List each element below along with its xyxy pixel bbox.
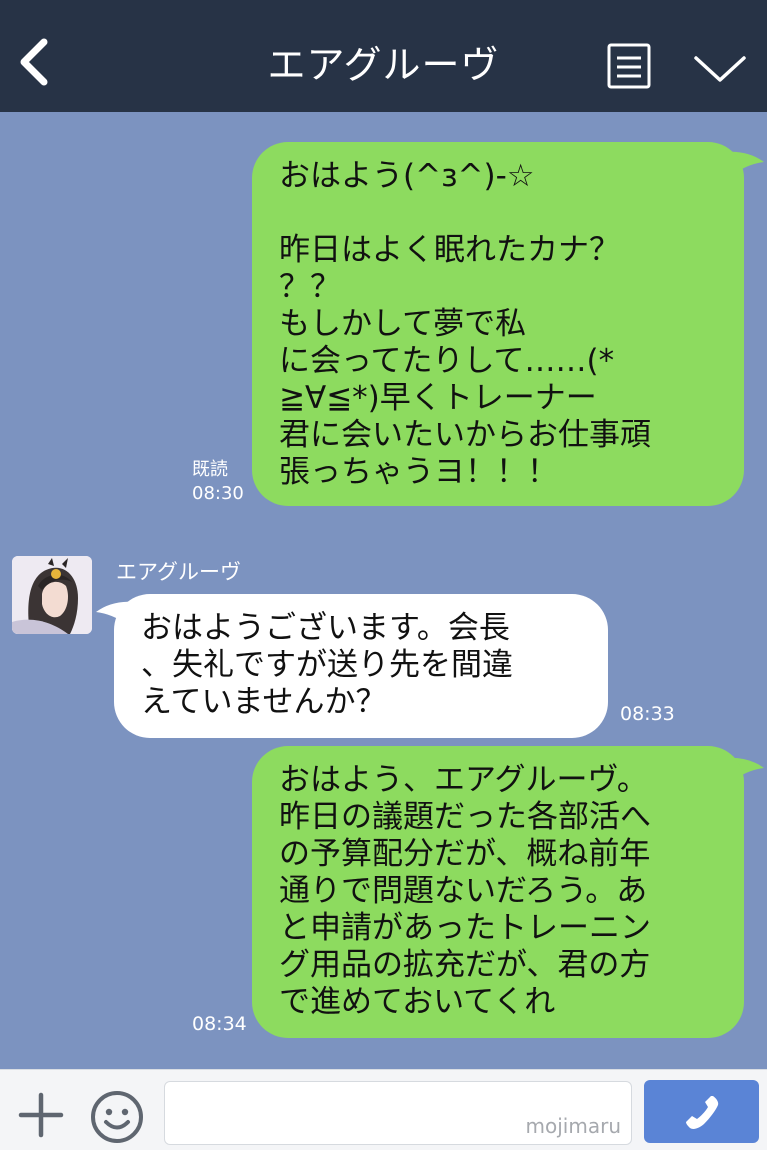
smiley-icon[interactable] (89, 1089, 145, 1145)
message-text: おはよう(^з^)-☆ 昨日はよく眠れたカナ？ ？？ もしかして夢で私 に会って… (279, 158, 651, 490)
call-button[interactable] (644, 1080, 759, 1143)
message-bubble-sent[interactable]: おはよう、エアグルーヴ。 昨日の議題だった各部活へ の予算配分だが、概ね前年 通… (252, 746, 744, 1038)
read-receipt: 既読 (192, 459, 228, 480)
message-input-bar: mojimaru (0, 1069, 767, 1150)
message-input[interactable]: mojimaru (164, 1081, 632, 1145)
message-bubble-received[interactable]: おはようございます。会長 、失礼ですが送り先を間違 えていませんか？ (114, 594, 608, 738)
message-bubble-sent[interactable]: おはよう(^з^)-☆ 昨日はよく眠れたカナ？ ？？ もしかして夢で私 に会って… (252, 142, 744, 506)
plus-icon[interactable] (18, 1092, 64, 1138)
message-text: おはよう、エアグルーヴ。 昨日の議題だった各部活へ の予算配分だが、概ね前年 通… (279, 762, 651, 1020)
chat-header: エアグルーヴ (0, 0, 767, 112)
notes-icon[interactable] (606, 42, 652, 90)
message-time: 08:34 (192, 1013, 247, 1035)
chevron-down-icon[interactable] (692, 54, 748, 84)
phone-icon (686, 1096, 719, 1129)
message-text: おはようございます。会長 、失礼ですが送り先を間違 えていませんか？ (141, 610, 513, 720)
message-time: 08:33 (620, 703, 675, 725)
avatar[interactable] (12, 556, 92, 634)
message-meta: 既読 08:30 (192, 458, 244, 506)
watermark: mojimaru (525, 1114, 621, 1138)
message-time: 08:30 (192, 483, 244, 504)
sender-name: エアグルーヴ (116, 560, 241, 584)
